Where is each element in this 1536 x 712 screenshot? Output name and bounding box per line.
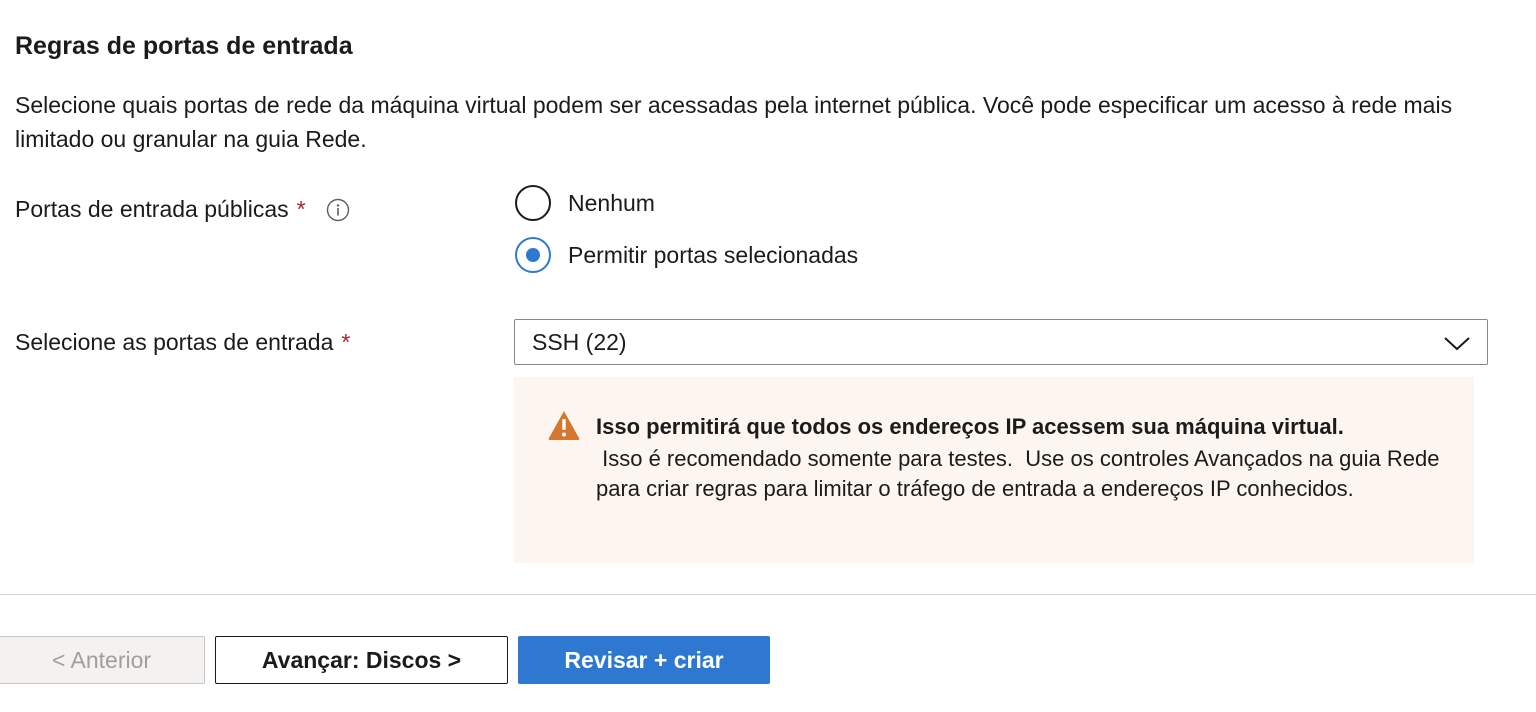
warning-message-bar: Isso permitirá que todos os endereços IP… (514, 377, 1474, 563)
inbound-ports-dropdown[interactable]: SSH (22) (514, 319, 1488, 365)
warning-title: Isso permitirá que todos os endereços IP… (596, 414, 1344, 439)
section-description: Selecione quais portas de rede da máquin… (15, 92, 1453, 152)
info-icon[interactable] (326, 198, 350, 222)
required-asterisk: * (341, 329, 351, 355)
dropdown-selected-value: SSH (22) (532, 328, 627, 355)
warning-body: Isso é recomendado somente para testes. … (596, 446, 1446, 501)
public-ports-field-label: Portas de entrada públicas * (15, 196, 350, 223)
review-create-button[interactable]: Revisar + criar (518, 636, 770, 684)
radio-label-nenhum: Nenhum (568, 189, 655, 216)
warning-icon (547, 409, 581, 441)
radio-button-nenhum[interactable] (515, 185, 551, 221)
radio-label-permitir: Permitir portas selecionadas (568, 241, 859, 268)
chevron-down-icon[interactable] (1443, 332, 1471, 352)
next-disks-button[interactable]: Avançar: Discos > (215, 636, 508, 684)
radio-option-permitir[interactable]: Permitir portas selecionadas (515, 237, 858, 273)
radio-option-nenhum[interactable]: Nenhum (515, 185, 655, 221)
required-asterisk: * (296, 196, 306, 222)
inbound-ports-field-label: Selecione as portas de entrada * (15, 329, 350, 356)
footer-divider (0, 594, 1536, 595)
radio-button-permitir[interactable] (515, 237, 551, 273)
previous-button[interactable]: < Anterior (0, 636, 205, 684)
section-title: Regras de portas de entrada (15, 32, 353, 60)
public-ports-label: Portas de entrada públicas (15, 196, 289, 222)
inbound-ports-label: Selecione as portas de entrada (15, 329, 334, 355)
